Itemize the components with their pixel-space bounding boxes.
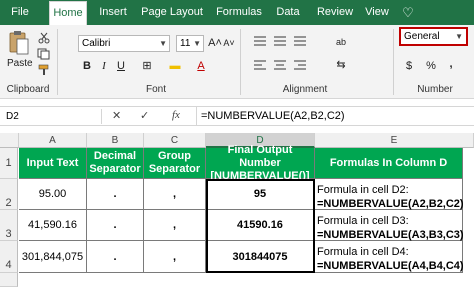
cell-e4[interactable]: Formula in cell D4: =NUMBERVALUE(A4,B4,C…	[315, 241, 464, 273]
ribbon-divider	[240, 29, 241, 95]
cell-e3[interactable]: Formula in cell D3: =NUMBERVALUE(A3,B3,C…	[315, 210, 464, 241]
tab-review[interactable]: Review	[314, 0, 356, 25]
tab-formulas[interactable]: Formulas	[212, 0, 266, 25]
copy-icon[interactable]	[37, 48, 51, 60]
font-group-label: Font	[145, 84, 166, 95]
row-header-2[interactable]: 2	[0, 179, 18, 210]
chevron-down-icon: ▼	[455, 32, 463, 41]
cell-b3[interactable]: .	[87, 210, 144, 241]
alignment-group-label: Alignment	[282, 84, 328, 95]
row-header-1[interactable]: 1	[0, 148, 18, 179]
tab-view[interactable]: View	[362, 0, 392, 25]
currency-icon[interactable]: $	[402, 59, 416, 73]
number-group-label: Number	[417, 84, 453, 95]
name-box[interactable]: D2	[2, 109, 102, 124]
ribbon-divider	[393, 29, 394, 95]
header-input-text[interactable]: Input Text	[19, 148, 87, 179]
vertical-align-icons[interactable]	[252, 34, 322, 48]
header-final-output[interactable]: Final Output Number [NUMBERVALUE()]	[206, 144, 315, 182]
formula-text: =NUMBERVALUE(A4,B4,C4)	[317, 260, 464, 272]
fill-color-icon[interactable]: ▬	[168, 59, 182, 73]
horizontal-align-icons[interactable]	[252, 58, 322, 72]
tell-me-icon[interactable]: ♡	[398, 0, 418, 25]
clipboard-group-label: Clipboard	[6, 84, 50, 95]
cancel-icon[interactable]: ✕	[112, 109, 121, 122]
font-name-select[interactable]: Calibri ▼	[78, 35, 170, 52]
row-header-5[interactable]	[0, 273, 18, 287]
cut-icon[interactable]	[37, 32, 51, 44]
number-format-value: General	[404, 31, 440, 42]
formula-caption: Formula in cell D4:	[317, 246, 409, 258]
formula-caption: Formula in cell D3:	[317, 215, 409, 227]
paste-button-label[interactable]: Paste	[7, 58, 33, 69]
number-format-select[interactable]: General ▼	[399, 27, 468, 46]
tab-insert[interactable]: Insert	[94, 0, 132, 25]
format-painter-icon[interactable]	[37, 64, 51, 76]
column-header-c[interactable]: C	[144, 133, 206, 148]
font-size-value: 11	[180, 38, 191, 49]
borders-icon[interactable]: ⊞	[140, 59, 154, 73]
cell-d2[interactable]: 95	[206, 179, 315, 210]
formula-text: =NUMBERVALUE(A3,B3,C3)	[317, 229, 464, 241]
shrink-font-icon[interactable]: A˅	[222, 36, 236, 50]
grow-font-icon[interactable]: A˄	[208, 36, 222, 50]
wrap-text-icon[interactable]: ab	[334, 35, 348, 49]
column-header-b[interactable]: B	[87, 133, 144, 148]
cell-c3[interactable]: ,	[144, 210, 206, 241]
cell-e2[interactable]: Formula in cell D2: =NUMBERVALUE(A2,B2,C…	[315, 179, 464, 210]
formula-input[interactable]: =NUMBERVALUE(A2,B2,C2)	[201, 110, 345, 122]
merge-center-icon[interactable]: ⇆	[334, 58, 348, 72]
cell-c4[interactable]: ,	[144, 241, 206, 273]
select-all-corner[interactable]	[0, 133, 19, 148]
cell-a4[interactable]: 301,844,075	[19, 241, 87, 273]
italic-button[interactable]: I	[97, 59, 111, 73]
insert-function-icon[interactable]: fx	[172, 109, 180, 121]
formula-bar: D2 ✕ ✓ fx =NUMBERVALUE(A2,B2,C2)	[0, 106, 474, 126]
tab-page-layout[interactable]: Page Layout	[140, 0, 204, 25]
row-header-4[interactable]: 4	[0, 241, 18, 273]
header-group-separator[interactable]: Group Separator	[144, 148, 206, 179]
font-name-value: Calibri	[82, 38, 111, 49]
chevron-down-icon: ▼	[193, 39, 201, 48]
comma-style-icon[interactable]: ,	[444, 57, 458, 71]
font-size-select[interactable]: 11 ▼	[176, 35, 204, 52]
chevron-down-icon: ▼	[159, 39, 167, 48]
formula-text: =NUMBERVALUE(A2,B2,C2)	[317, 198, 464, 210]
tab-file[interactable]: File	[2, 0, 38, 25]
cell-d4[interactable]: 301844075	[206, 241, 315, 273]
cell-c2[interactable]: ,	[144, 179, 206, 210]
ribbon: Paste Clipboard Calibri ▼ 11 ▼ A˄ A˅ B I…	[0, 25, 474, 99]
bold-button[interactable]: B	[80, 59, 94, 73]
row-header-3[interactable]: 3	[0, 210, 18, 241]
cell-b4[interactable]: .	[87, 241, 144, 273]
tab-data[interactable]: Data	[272, 0, 304, 25]
column-header-e[interactable]: E	[315, 133, 474, 148]
cell-a2[interactable]: 95.00	[19, 179, 87, 210]
header-decimal-separator[interactable]: Decimal Separator	[87, 148, 144, 179]
header-formulas[interactable]: Formulas In Column D	[315, 148, 463, 179]
cell-b2[interactable]: .	[87, 179, 144, 210]
font-color-icon[interactable]: A	[194, 59, 208, 73]
enter-icon[interactable]: ✓	[140, 109, 149, 122]
formula-divider	[196, 107, 197, 126]
formula-caption: Formula in cell D2:	[317, 184, 409, 196]
percent-icon[interactable]: %	[424, 59, 438, 73]
cell-d3[interactable]: 41590.16	[206, 210, 315, 241]
ribbon-divider	[57, 29, 58, 95]
column-header-a[interactable]: A	[19, 133, 87, 148]
menu-bar: File Home Insert Page Layout Formulas Da…	[0, 0, 474, 25]
underline-button[interactable]: U	[114, 59, 128, 73]
paste-icon[interactable]	[8, 30, 30, 56]
cell-a3[interactable]: 41,590.16	[19, 210, 87, 241]
tab-home[interactable]: Home	[49, 1, 87, 25]
